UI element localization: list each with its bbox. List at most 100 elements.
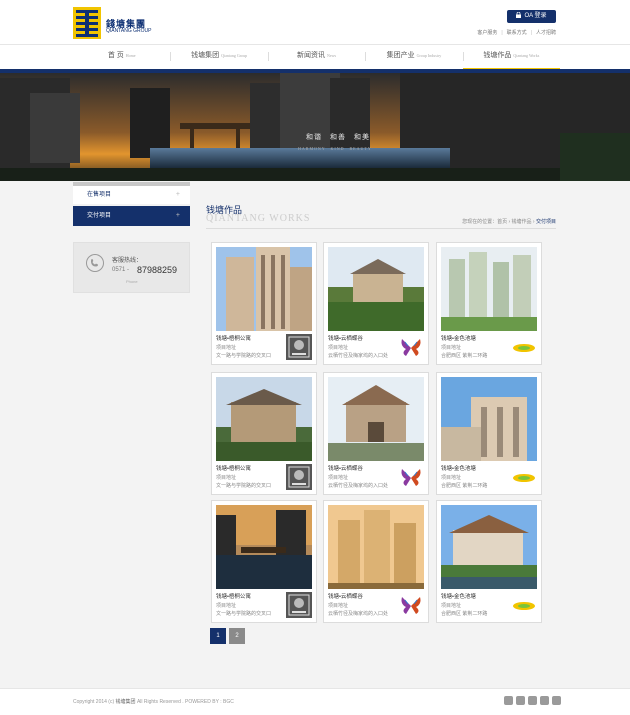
project-photo[interactable] — [441, 505, 537, 589]
top-header: 錢塘集團 QIANTANG GROUP OA 登录 客户服务 | 联系方式 | 人才招聘 — [0, 0, 630, 44]
page-button-1[interactable]: 1 — [210, 628, 226, 644]
project-card[interactable]: 钱塘•云栖蝶谷 项目地址云栖竹径及梅家坞的入口处 — [323, 372, 429, 495]
sidebar-item-label: 在售项目 — [87, 192, 112, 198]
project-card[interactable]: 钱塘•梧桐公寓 项目地址 文一路与学院路的交叉口 — [211, 500, 317, 623]
customer-service-link[interactable]: 客户服务 — [477, 30, 497, 36]
project-title[interactable]: 钱塘•金色池塘 — [441, 592, 476, 600]
project-card[interactable]: 钱塘•云栖蝶谷 项目地址云栖竹径及梅家坞的入口处 — [323, 500, 429, 623]
project-card[interactable]: 钱塘•云栖蝶谷 项目地址云栖竹径及梅家坞的入口处 — [323, 242, 429, 365]
project-address: 合肥西区 紫荆二环路 — [441, 611, 488, 617]
golden-pond-logo — [511, 334, 537, 360]
project-photo[interactable] — [328, 377, 424, 461]
divider: | — [501, 30, 503, 36]
footer: Copyright 2014 (c) 钱塘集团 All Rights Reser… — [0, 688, 630, 715]
project-card[interactable]: 钱塘•金色池塘 项目地址合肥西区 紫荆二环路 — [436, 372, 542, 495]
project-address-label: 项目地址 — [441, 603, 462, 609]
page-button-2[interactable]: 2 — [229, 628, 245, 644]
project-address-label: 项目地址 — [216, 475, 237, 481]
oa-login-label: OA 登录 — [524, 13, 547, 19]
lock-icon — [516, 11, 522, 18]
weibo-icon[interactable] — [516, 696, 525, 705]
project-title[interactable]: 钱塘•梧桐公寓 — [216, 464, 251, 472]
hotline-label-en: Phone — [126, 279, 138, 284]
project-address-label: 项目地址 — [441, 345, 462, 351]
company-logo[interactable]: 錢塘集團 QIANTANG GROUP — [73, 7, 163, 39]
project-title[interactable]: 钱塘•金色池塘 — [441, 464, 476, 472]
hero-banner — [0, 73, 630, 181]
project-title[interactable]: 钱塘•云栖蝶谷 — [328, 334, 363, 342]
project-card[interactable]: 钱塘•梧桐公寓 项目地址文一路与学院路的交叉口 — [211, 242, 317, 365]
project-photo[interactable] — [441, 247, 537, 331]
project-title[interactable]: 钱塘•云栖蝶谷 — [328, 464, 363, 472]
breadcrumb-path[interactable]: 您现在的位置：首页 › 钱塘作品 › — [462, 219, 536, 225]
nav-qiantang-group[interactable]: 钱塘集团 Qiantang Group — [170, 45, 267, 70]
project-address-label: 项目地址 — [328, 345, 349, 351]
project-address-label: 项目地址 — [328, 475, 349, 481]
nav-label: 钱塘集团 — [191, 52, 220, 59]
project-title[interactable]: 钱塘•梧桐公寓 — [216, 592, 251, 600]
project-address: 云栖竹径及梅家坞的入口处 — [328, 611, 389, 617]
plus-icon: + — [175, 212, 180, 219]
copyright: Copyright 2014 (c) 钱塘集团 All Rights Reser… — [73, 698, 234, 705]
banner-slogan: 和谐 和善 和美 — [306, 134, 370, 141]
project-address-label: 项目地址 — [328, 603, 349, 609]
nav-label-en: Qiantang Works — [513, 53, 540, 58]
project-photo[interactable] — [216, 247, 312, 331]
phone-icon — [86, 254, 104, 272]
nav-label-en: Qiantang Group — [221, 53, 248, 58]
nav-label: 首 页 — [107, 52, 124, 59]
nav-group-industry[interactable]: 集团产业 Group Industry — [365, 45, 462, 70]
logo-text-en: QIANTANG GROUP — [106, 28, 152, 34]
breadcrumb-current: 交付项目 — [535, 219, 556, 225]
home-icon[interactable] — [504, 696, 513, 705]
copyright-company: 钱塘集团 — [115, 699, 136, 705]
project-photo[interactable] — [216, 505, 312, 589]
project-address-label: 项目地址 — [216, 345, 237, 351]
nav-label-en: News — [326, 53, 337, 58]
project-address: 合肥西区 紫荆二环路 — [441, 483, 488, 489]
nav-label: 钱塘作品 — [483, 52, 512, 59]
careers-link[interactable]: 人才招聘 — [536, 30, 556, 36]
nav-news[interactable]: 新闻资讯 News — [267, 45, 365, 70]
nav-home[interactable]: 首 页 Home — [73, 45, 170, 70]
oa-login-button[interactable]: OA 登录 — [507, 10, 556, 23]
banner-image — [0, 73, 630, 181]
butterfly-logo — [398, 464, 424, 490]
hotline-area-code: 0571 - — [112, 267, 130, 273]
copyright-suffix: All Rights Reserved . POWERED BY : BGC — [136, 699, 234, 705]
project-address: 合肥西区 紫荆二环路 — [441, 353, 488, 359]
nav-qiantang-works[interactable]: 钱塘作品 Qiantang Works — [462, 45, 561, 70]
tv-icon[interactable] — [540, 696, 549, 705]
divider: | — [530, 30, 532, 36]
person-icon[interactable] — [552, 696, 561, 705]
project-title[interactable]: 钱塘•金色池塘 — [441, 334, 476, 342]
butterfly-logo — [398, 334, 424, 360]
contact-link[interactable]: 联系方式 — [507, 30, 527, 36]
golden-pond-logo — [511, 464, 537, 490]
wutong-logo — [286, 464, 312, 490]
project-photo[interactable] — [441, 377, 537, 461]
project-title[interactable]: 钱塘•云栖蝶谷 — [328, 592, 363, 600]
project-card[interactable]: 钱塘•金色池塘 项目地址合肥西区 紫荆二环路 — [436, 500, 542, 623]
project-address: 云栖竹径及梅家坞的入口处 — [328, 353, 389, 359]
sidebar-item-delivered[interactable]: 交付项目 + — [73, 206, 190, 226]
sidebar-item-label: 交付项目 — [87, 213, 112, 219]
hotline-label: 客服热线： — [112, 258, 143, 264]
project-address-label: 项目地址 — [441, 475, 462, 481]
project-address: 文一路与学院路的交叉口 — [216, 353, 272, 359]
title-divider — [206, 228, 556, 229]
wechat-icon[interactable] — [528, 696, 537, 705]
golden-pond-logo — [511, 592, 537, 618]
footer-icons — [504, 696, 564, 705]
copyright-prefix: Copyright 2014 (c) — [73, 699, 115, 705]
project-address: 云栖竹径及梅家坞的入口处 — [328, 483, 389, 489]
wutong-logo — [286, 592, 312, 618]
sidebar-item-on-sale[interactable]: 在售项目 + — [73, 182, 190, 204]
project-card[interactable]: 钱塘•梧桐公寓 项目地址 文一路与学院路的交叉口 — [211, 372, 317, 495]
project-title[interactable]: 钱塘•梧桐公寓 — [216, 334, 251, 342]
project-photo[interactable] — [216, 377, 312, 461]
sidebar: 在售项目 + 交付项目 + — [73, 182, 190, 226]
project-card[interactable]: 钱塘•金色池塘 项目地址合肥西区 紫荆二环路 — [436, 242, 542, 365]
project-photo[interactable] — [328, 505, 424, 589]
project-photo[interactable] — [328, 247, 424, 331]
